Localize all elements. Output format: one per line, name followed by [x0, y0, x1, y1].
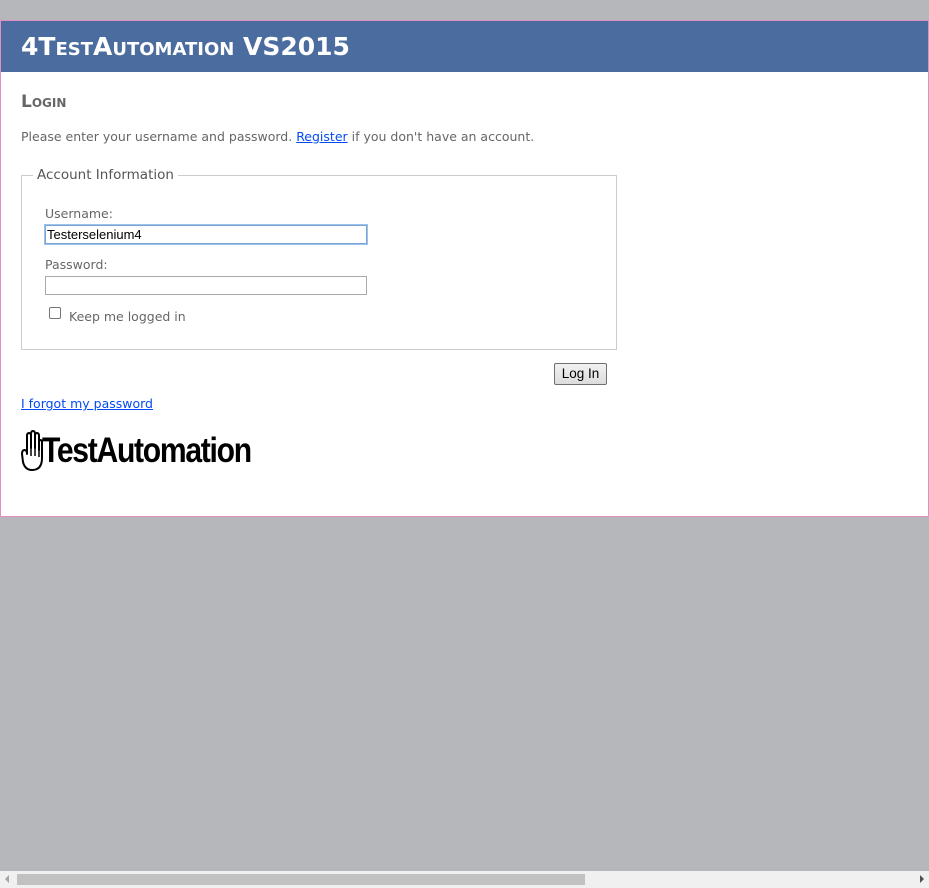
intro-text-before: Please enter your username and password.	[21, 129, 297, 144]
testautomation-logo: TestAutomation	[21, 429, 285, 473]
chevron-right-icon[interactable]	[920, 875, 924, 883]
site-header: 4TestAutomation VS2015	[1, 21, 928, 72]
hand-icon	[21, 430, 43, 471]
password-label: Password:	[45, 257, 108, 272]
intro-text-after: if you don't have an account.	[347, 129, 535, 144]
login-button[interactable]: Log In	[554, 363, 607, 385]
scrollbar-thumb[interactable]	[17, 874, 585, 885]
remember-me-label[interactable]: Keep me logged in	[69, 309, 186, 324]
intro-text: Please enter your username and password.…	[21, 129, 534, 144]
chevron-left-icon[interactable]	[5, 875, 9, 883]
account-fieldset-legend: Account Information	[37, 167, 174, 183]
username-label: Username:	[45, 206, 113, 221]
site-title: 4TestAutomation VS2015	[21, 32, 350, 61]
page-title: Login	[21, 92, 67, 112]
page-container: 4TestAutomation VS2015 Login Please ente…	[0, 20, 929, 517]
horizontal-scrollbar[interactable]	[0, 871, 929, 888]
forgot-password-link[interactable]: I forgot my password	[21, 396, 153, 411]
password-input[interactable]	[45, 276, 367, 295]
register-link[interactable]: Register	[296, 129, 347, 144]
username-input[interactable]	[45, 225, 367, 244]
logo-text: TestAutomation	[42, 431, 252, 470]
remember-me-checkbox[interactable]	[49, 307, 61, 319]
